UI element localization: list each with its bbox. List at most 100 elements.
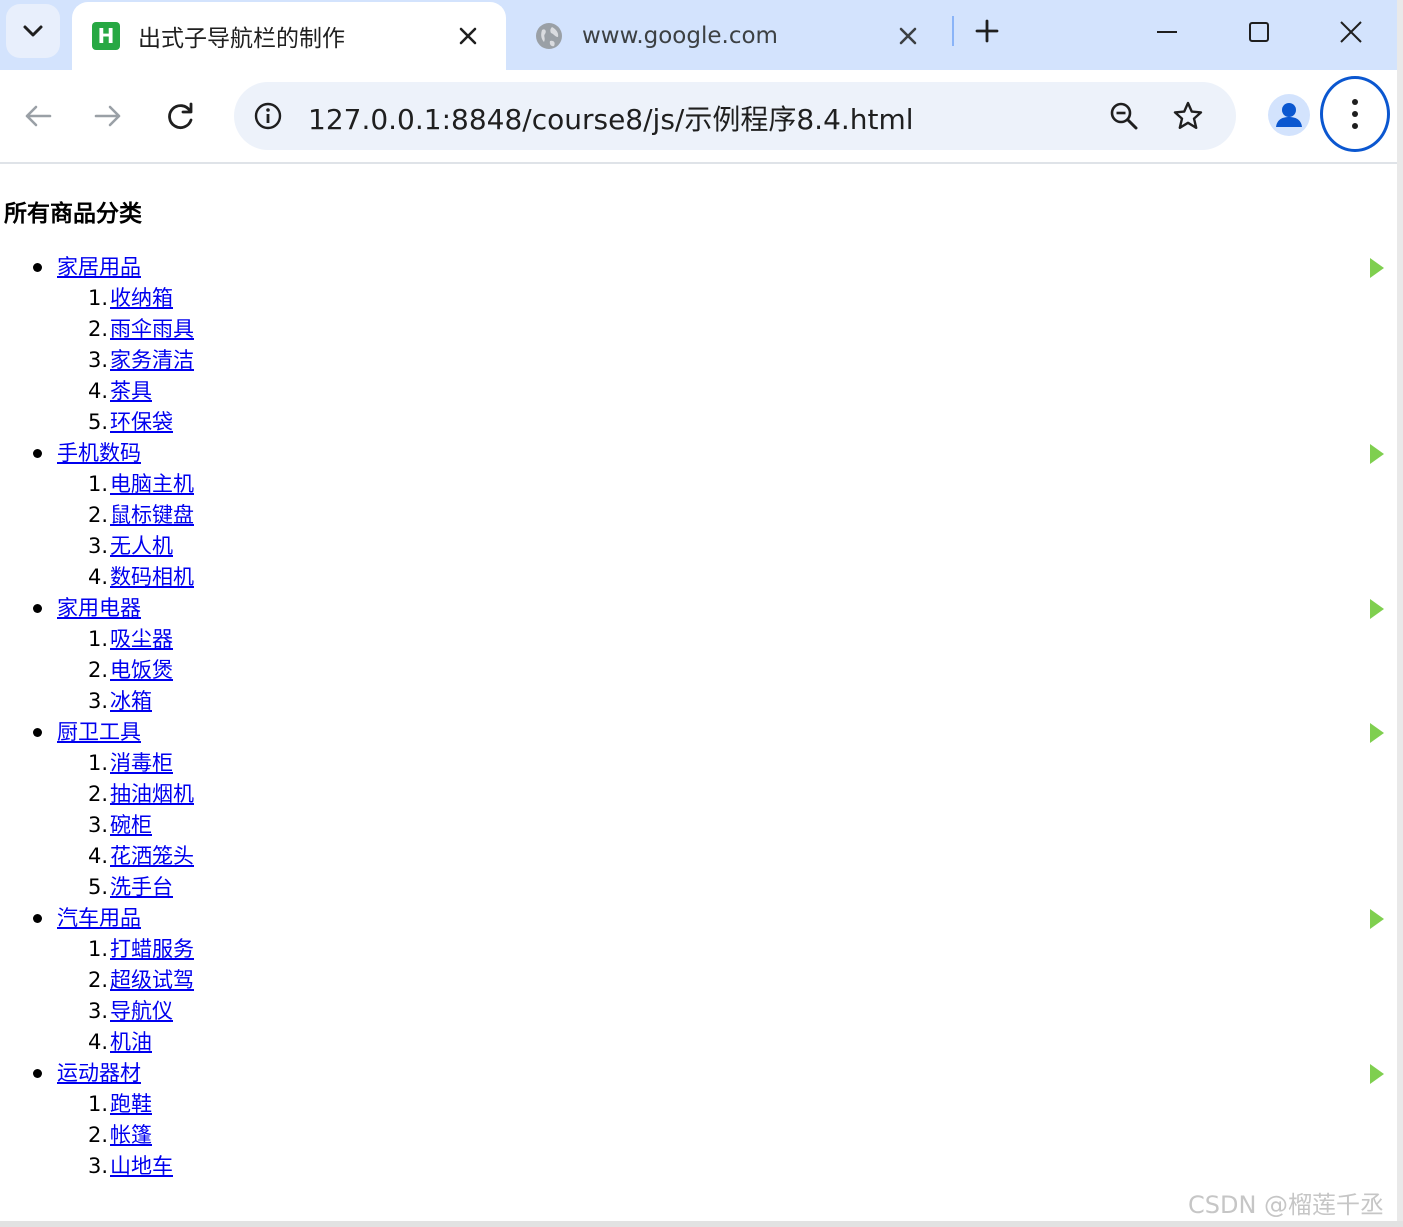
list-number: 2. xyxy=(88,1123,109,1147)
site-info-button[interactable] xyxy=(246,94,290,138)
category-row: 家用电器 xyxy=(0,593,1397,624)
expand-arrow-icon[interactable] xyxy=(1370,258,1384,278)
subcategory-item: 2. 鼠标键盘 xyxy=(0,500,1397,531)
subcategory-item: 1. 收纳箱 xyxy=(0,283,1397,314)
tab-active[interactable]: H 出式子导航栏的制作 xyxy=(72,2,506,70)
category-row: 汽车用品 xyxy=(0,903,1397,934)
subcategory-item: 2. 雨伞雨具 xyxy=(0,314,1397,345)
subcategory-list: 1. 吸尘器 2. 电饭煲 3. 冰箱 xyxy=(0,624,1397,717)
new-tab-button[interactable] xyxy=(964,8,1010,54)
category-link[interactable]: 手机数码 xyxy=(57,438,141,469)
tab-search-button[interactable] xyxy=(6,4,60,58)
subcategory-link[interactable]: 碗柜 xyxy=(110,810,152,841)
tab-strip: H 出式子导航栏的制作 www.google.com xyxy=(0,0,1397,70)
subcategory-list: 1. 收纳箱 2. 雨伞雨具 3. 家务清洁 4. 茶具 5. 环保袋 xyxy=(0,283,1397,438)
reload-button[interactable] xyxy=(157,92,205,140)
info-icon xyxy=(254,102,282,130)
minimize-button[interactable] xyxy=(1138,6,1196,58)
subcategory-link[interactable]: 环保袋 xyxy=(110,407,173,438)
subcategory-link[interactable]: 数码相机 xyxy=(110,562,194,593)
category-link[interactable]: 家用电器 xyxy=(57,593,141,624)
subcategory-link[interactable]: 电脑主机 xyxy=(110,469,194,500)
subcategory-link[interactable]: 打蜡服务 xyxy=(110,934,194,965)
list-number: 1. xyxy=(88,627,109,651)
browser-toolbar: 127.0.0.1:8848/course8/js/示例程序8.4.html xyxy=(0,70,1397,164)
expand-arrow-icon[interactable] xyxy=(1370,723,1384,743)
url-text[interactable]: 127.0.0.1:8848/course8/js/示例程序8.4.html xyxy=(308,98,914,138)
star-icon xyxy=(1172,100,1204,132)
subcategory-link[interactable]: 电饭煲 xyxy=(110,655,173,686)
bookmark-button[interactable] xyxy=(1168,96,1208,136)
list-number: 1. xyxy=(88,286,109,310)
expand-arrow-icon[interactable] xyxy=(1370,599,1384,619)
subcategory-link[interactable]: 洗手台 xyxy=(110,872,173,903)
subcategory-link[interactable]: 跑鞋 xyxy=(110,1089,152,1120)
category-link[interactable]: 家居用品 xyxy=(57,252,141,283)
subcategory-item: 3. 山地车 xyxy=(0,1151,1397,1182)
subcategory-item: 3. 碗柜 xyxy=(0,810,1397,841)
subcategory-link[interactable]: 超级试驾 xyxy=(110,965,194,996)
profile-avatar[interactable] xyxy=(1268,94,1310,136)
subcategory-link[interactable]: 帐篷 xyxy=(110,1120,152,1151)
list-number: 5. xyxy=(88,875,109,899)
subcategory-link[interactable]: 茶具 xyxy=(110,376,152,407)
expand-arrow-icon[interactable] xyxy=(1370,909,1384,929)
browser-menu-button[interactable] xyxy=(1320,76,1390,152)
list-number: 2. xyxy=(88,317,109,341)
category-item: 运动器材 1. 跑鞋 2. 帐篷 3. 山地车 xyxy=(0,1058,1397,1182)
close-tab-icon[interactable] xyxy=(890,18,926,54)
subcategory-link[interactable]: 山地车 xyxy=(110,1151,173,1182)
list-number: 3. xyxy=(88,1154,109,1178)
subcategory-item: 3. 导航仪 xyxy=(0,996,1397,1027)
list-number: 2. xyxy=(88,658,109,682)
plus-icon xyxy=(975,19,999,43)
arrow-left-icon xyxy=(24,104,52,128)
category-item: 厨卫工具 1. 消毒柜 2. 抽油烟机 3. 碗柜 4. 花洒笼头 5. 洗手台 xyxy=(0,717,1397,903)
category-link[interactable]: 汽车用品 xyxy=(57,903,141,934)
category-list: 家居用品 1. 收纳箱 2. 雨伞雨具 3. 家务清洁 4. 茶具 5. 环保袋 手机数码 1. 电脑主机… xyxy=(0,252,1397,1182)
list-number: 2. xyxy=(88,968,109,992)
subcategory-link[interactable]: 导航仪 xyxy=(110,996,173,1027)
expand-arrow-icon[interactable] xyxy=(1370,1064,1384,1084)
subcategory-link[interactable]: 抽油烟机 xyxy=(110,779,194,810)
list-number: 1. xyxy=(88,937,109,961)
zoom-out-icon xyxy=(1109,101,1139,131)
category-item: 汽车用品 1. 打蜡服务 2. 超级试驾 3. 导航仪 4. 机油 xyxy=(0,903,1397,1058)
subcategory-link[interactable]: 鼠标键盘 xyxy=(110,500,194,531)
expand-arrow-icon[interactable] xyxy=(1370,444,1384,464)
maximize-button[interactable] xyxy=(1230,6,1288,58)
category-item: 家居用品 1. 收纳箱 2. 雨伞雨具 3. 家务清洁 4. 茶具 5. 环保袋 xyxy=(0,252,1397,438)
forward-button[interactable] xyxy=(84,92,132,140)
subcategory-link[interactable]: 吸尘器 xyxy=(110,624,173,655)
subcategory-link[interactable]: 雨伞雨具 xyxy=(110,314,194,345)
minimize-icon xyxy=(1156,30,1178,34)
list-number: 1. xyxy=(88,472,109,496)
subcategory-item: 1. 跑鞋 xyxy=(0,1089,1397,1120)
close-tab-icon[interactable] xyxy=(450,18,486,54)
subcategory-item: 4. 数码相机 xyxy=(0,562,1397,593)
back-button[interactable] xyxy=(14,92,62,140)
tab-google[interactable]: www.google.com xyxy=(520,2,940,70)
subcategory-link[interactable]: 家务清洁 xyxy=(110,345,194,376)
list-number: 3. xyxy=(88,534,109,558)
subcategory-link[interactable]: 收纳箱 xyxy=(110,283,173,314)
category-link[interactable]: 运动器材 xyxy=(57,1058,141,1089)
subcategory-item: 4. 花洒笼头 xyxy=(0,841,1397,872)
subcategory-item: 1. 电脑主机 xyxy=(0,469,1397,500)
zoom-button[interactable] xyxy=(1104,96,1144,136)
category-row: 家居用品 xyxy=(0,252,1397,283)
subcategory-link[interactable]: 冰箱 xyxy=(110,686,152,717)
bullet-dot-icon xyxy=(33,1069,42,1078)
subcategory-link[interactable]: 机油 xyxy=(110,1027,152,1058)
subcategory-link[interactable]: 无人机 xyxy=(110,531,173,562)
close-window-button[interactable] xyxy=(1322,6,1380,58)
list-number: 3. xyxy=(88,813,109,837)
more-vertical-icon xyxy=(1351,98,1359,130)
globe-icon xyxy=(534,21,564,51)
address-bar[interactable]: 127.0.0.1:8848/course8/js/示例程序8.4.html xyxy=(234,82,1236,150)
subcategory-link[interactable]: 消毒柜 xyxy=(110,748,173,779)
subcategory-link[interactable]: 花洒笼头 xyxy=(110,841,194,872)
tab-title: www.google.com xyxy=(582,23,778,49)
category-item: 家用电器 1. 吸尘器 2. 电饭煲 3. 冰箱 xyxy=(0,593,1397,717)
category-link[interactable]: 厨卫工具 xyxy=(57,717,141,748)
